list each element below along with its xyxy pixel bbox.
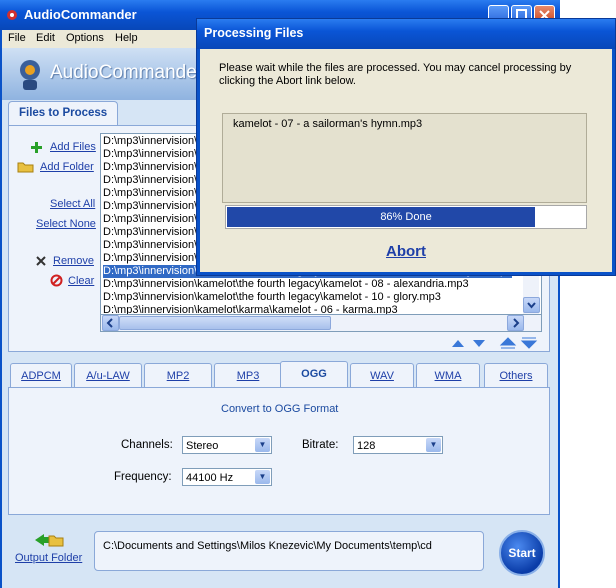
channels-value: Stereo (186, 440, 219, 452)
frequency-select[interactable]: 44100 Hz ▼ (182, 468, 272, 486)
vertical-scrollbar[interactable] (523, 275, 540, 315)
tab-label: ADPCM (21, 370, 61, 382)
start-button[interactable]: Start (499, 530, 545, 576)
output-path: C:\Documents and Settings\Milos Knezevic… (103, 540, 432, 552)
list-item[interactable]: D:\mp3\innervision\ (103, 239, 197, 252)
frequency-value: 44100 Hz (186, 472, 234, 484)
logo-text: AudioCommander (50, 62, 204, 83)
chevron-down-icon: ▼ (426, 438, 441, 452)
move-bottom-icon (520, 337, 538, 349)
move-down-icon (473, 340, 485, 347)
chevron-down-icon: ▼ (255, 470, 270, 484)
channels-select[interactable]: Stereo ▼ (182, 436, 272, 454)
list-item[interactable]: D:\mp3\innervision\ (103, 161, 197, 174)
tab-label: MP3 (236, 370, 260, 382)
list-item[interactable]: D:\mp3\innervision\ (103, 200, 197, 213)
scroll-down-button[interactable] (523, 297, 540, 313)
scroll-left-button[interactable] (102, 315, 119, 331)
processing-dialog: Processing Files Please wait while the f… (196, 18, 616, 276)
current-file-box: kamelot - 07 - a sailorman's hymn.mp3 (222, 113, 587, 203)
tab-wma[interactable]: WMA (416, 363, 480, 388)
list-item[interactable]: D:\mp3\innervision\ (103, 187, 197, 200)
list-item[interactable]: D:\mp3\innervision\kamelot\the fourth le… (103, 291, 441, 304)
add-folder-link[interactable]: Add Folder (40, 161, 94, 173)
scroll-right-button[interactable] (507, 315, 524, 331)
list-item[interactable]: D:\mp3\innervision\ (103, 252, 197, 265)
logo-icon (20, 60, 40, 90)
tab-mp2[interactable]: MP2 (144, 363, 212, 388)
window-title: AudioCommander (24, 7, 137, 22)
menu-options[interactable]: Options (66, 32, 104, 44)
tab-alaw[interactable]: A/u-LAW (74, 363, 142, 388)
list-item[interactable]: D:\mp3\innervision\ (103, 174, 197, 187)
tab-label: MP2 (166, 370, 190, 382)
frequency-label: Frequency: (114, 471, 172, 483)
tab-files-to-process[interactable]: Files to Process (8, 101, 118, 127)
channels-label: Channels: (121, 439, 173, 451)
tab-mp3[interactable]: MP3 (214, 363, 282, 388)
dialog-title-bar: Processing Files (197, 19, 615, 49)
add-files-link[interactable]: Add Files (50, 141, 96, 153)
scroll-thumb[interactable] (119, 316, 331, 330)
menu-file[interactable]: File (8, 32, 26, 44)
abort-link[interactable]: Abort (386, 243, 426, 260)
tab-label: OGG (301, 368, 327, 380)
bitrate-label: Bitrate: (302, 439, 339, 451)
remove-icon (36, 256, 46, 266)
output-folder-link[interactable]: Output Folder (15, 552, 82, 564)
dialog-title: Processing Files (204, 26, 304, 40)
bitrate-select[interactable]: 128 ▼ (353, 436, 443, 454)
list-item[interactable]: D:\mp3\innervision\ (103, 148, 197, 161)
list-item[interactable]: D:\mp3\innervision\ (103, 213, 197, 226)
output-folder-icon (35, 534, 64, 547)
tab-label: Others (499, 370, 533, 382)
output-path-field[interactable]: C:\Documents and Settings\Milos Knezevic… (94, 531, 484, 571)
tab-wav[interactable]: WAV (350, 363, 414, 388)
add-files-icon (31, 142, 42, 153)
tab-label: Files to Process (19, 107, 108, 119)
clear-icon (50, 274, 63, 287)
list-item[interactable]: D:\mp3\innervision\ (103, 226, 197, 239)
clear-link[interactable]: Clear (68, 275, 94, 287)
menu-edit[interactable]: Edit (36, 32, 55, 44)
folder-icon (17, 162, 34, 173)
menu-help[interactable]: Help (115, 32, 138, 44)
tab-ogg[interactable]: OGG (280, 361, 348, 389)
tab-label: WMA (434, 370, 462, 382)
progress-bar: 86% Done (225, 205, 587, 229)
select-none-link[interactable]: Select None (36, 218, 96, 230)
tab-adpcm[interactable]: ADPCM (10, 363, 72, 388)
remove-link[interactable]: Remove (53, 255, 94, 267)
progress-text: 86% Done (380, 211, 432, 223)
tab-label: WAV (370, 370, 394, 382)
move-top-icon (499, 337, 517, 349)
horizontal-scrollbar[interactable] (100, 314, 542, 332)
reorder-arrows (452, 337, 538, 349)
move-up-icon (452, 340, 464, 347)
bitrate-value: 128 (357, 440, 376, 452)
tab-others[interactable]: Others (484, 363, 548, 388)
chevron-down-icon: ▼ (255, 438, 270, 452)
current-file: kamelot - 07 - a sailorman's hymn.mp3 (233, 118, 423, 130)
select-all-link[interactable]: Select All (50, 198, 95, 210)
app-icon (7, 10, 17, 20)
tab-label: A/u-LAW (86, 370, 130, 382)
format-heading: Convert to OGG Format (221, 403, 339, 415)
list-item[interactable]: D:\mp3\innervision\kamelot\the fourth le… (103, 278, 469, 291)
dialog-message: Please wait while the files are processe… (219, 62, 572, 87)
list-item[interactable]: D:\mp3\innervision\ (103, 135, 197, 148)
